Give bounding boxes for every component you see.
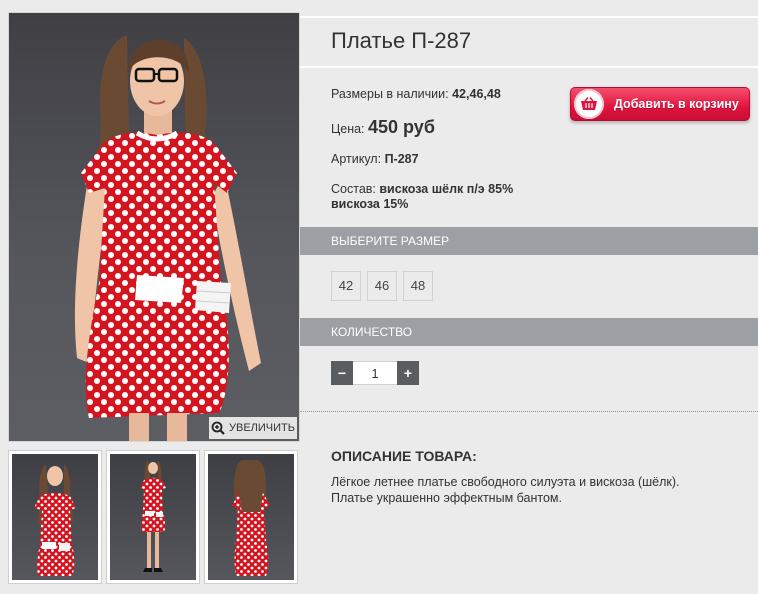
article-value: П-287 [384, 152, 419, 166]
zoom-in-icon [211, 421, 225, 435]
basket-icon [574, 89, 604, 119]
description-text: Лёгкое летнее платье свободного силуэта … [331, 474, 731, 506]
product-page: УВЕЛИЧИТЬ Платье П-287 Размеры в наличии… [0, 0, 758, 594]
divider [300, 411, 758, 412]
thumbnail-strip [8, 450, 300, 586]
thumbnail-full-length[interactable] [106, 450, 200, 584]
article: Артикул: П-287 [331, 152, 419, 166]
add-to-cart-label: Добавить в корзину [614, 97, 739, 111]
description-line1: Лёгкое летнее платье свободного силуэта … [331, 475, 680, 489]
size-section-header: Выберите размер [300, 227, 758, 255]
price-label: Цена: [331, 122, 365, 136]
title-bar: Платье П-287 [300, 16, 758, 68]
quantity-stepper: − + [331, 361, 419, 385]
composition-line2: вискоза 15% [331, 197, 409, 211]
main-product-photo[interactable]: УВЕЛИЧИТЬ [8, 12, 300, 442]
thumbnail-back[interactable] [204, 450, 298, 584]
composition-label: Состав: [331, 182, 376, 196]
composition-line1: вискоза шёлк п/э 85% [379, 182, 514, 196]
thumbnail-full-length-image [140, 460, 166, 572]
size-option-42[interactable]: 42 [331, 271, 361, 301]
sizes-label: Размеры в наличии: [331, 87, 449, 101]
sizes-value: 42,46,48 [452, 87, 501, 101]
description-line2: Платье украшенно эффектным бантом. [331, 491, 562, 505]
price: Цена: 450 руб [331, 117, 435, 138]
model-in-polka-dot-dress-image [74, 35, 261, 441]
thumbnail-back-image [232, 460, 270, 576]
product-info-panel: Платье П-287 Размеры в наличии: 42,46,48… [300, 0, 758, 594]
thumbnail-front[interactable] [8, 450, 102, 584]
add-to-cart-button[interactable]: Добавить в корзину [570, 87, 750, 121]
description-title: ОПИСАНИЕ ТОВАРА: [331, 448, 477, 464]
price-value: 450 руб [368, 117, 435, 137]
composition: Состав: вискоза шёлк п/э 85% вискоза 15% [331, 182, 513, 212]
size-option-48[interactable]: 48 [403, 271, 433, 301]
quantity-input[interactable] [353, 361, 397, 385]
quantity-increase-button[interactable]: + [397, 361, 419, 385]
thumbnail-front-image [34, 464, 76, 576]
product-title: Платье П-287 [331, 28, 472, 53]
quantity-section-header: Количество [300, 318, 758, 346]
zoom-label: УВЕЛИЧИТЬ [229, 422, 295, 434]
zoom-button[interactable]: УВЕЛИЧИТЬ [209, 417, 297, 439]
quantity-decrease-button[interactable]: − [331, 361, 353, 385]
size-option-46[interactable]: 46 [367, 271, 397, 301]
article-label: Артикул: [331, 152, 382, 166]
sizes-available: Размеры в наличии: 42,46,48 [331, 87, 501, 101]
